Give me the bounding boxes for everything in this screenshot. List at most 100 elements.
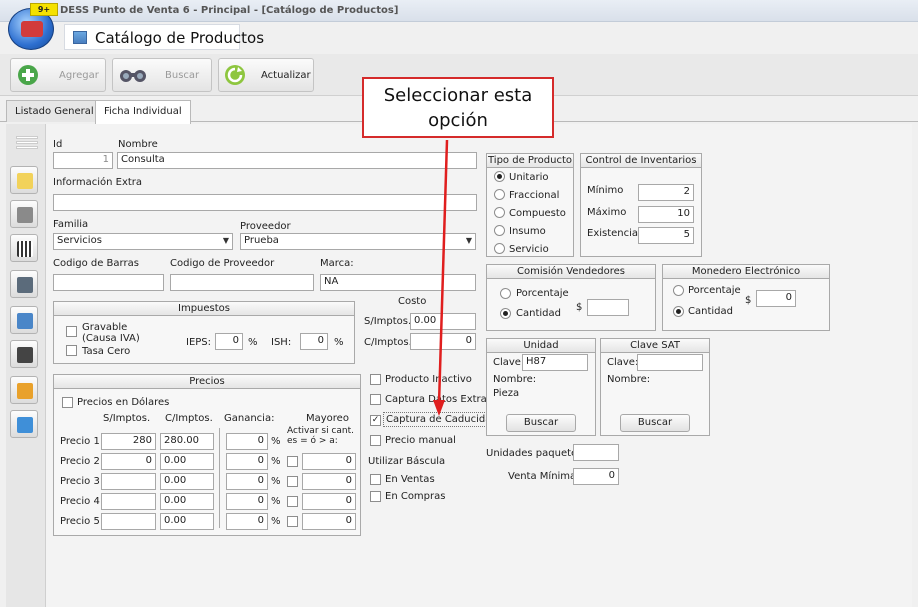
manual-price-checkbox[interactable] [370,435,381,446]
scale-sales-checkbox[interactable] [370,474,381,485]
min-sale-field[interactable]: 0 [573,468,619,485]
commission-percent-radio[interactable] [500,288,511,299]
ish-label: ISH: [271,337,292,348]
price-s-field[interactable]: 280 [101,433,156,450]
tasa-cero-checkbox[interactable] [66,345,77,356]
price-gain-field[interactable]: 0 [226,493,268,510]
max-field[interactable]: 10 [638,206,694,223]
sat-key-field[interactable] [637,354,703,371]
unit-title: Unidad [486,338,596,353]
notification-badge[interactable]: 9+ [30,3,58,16]
unit-search-button[interactable]: Buscar [506,414,576,432]
inactive-checkbox[interactable] [370,374,381,385]
document-tab[interactable]: Catálogo de Productos [64,24,264,50]
add-button[interactable]: Agregar [10,58,106,92]
price-gain-field[interactable]: 0 [226,513,268,530]
price-s-field[interactable] [101,493,156,510]
transfer-icon[interactable] [10,410,38,438]
camera-icon[interactable] [10,340,38,368]
wallet-title: Monedero Electrónico [662,264,830,279]
price-s-field[interactable]: 0 [101,453,156,470]
mayoreo-checkbox[interactable] [287,476,298,487]
refresh-button[interactable]: Actualizar [218,58,314,92]
wallet-amount-radio[interactable] [673,306,684,317]
ieps-field[interactable]: 0 [215,333,243,350]
extra-info-label: Información Extra [53,177,143,188]
mayoreo-qty-field[interactable]: 0 [302,493,356,510]
family-label: Familia [53,219,89,230]
callout-line-1: Seleccionar esta [383,85,533,106]
edit-icon[interactable] [10,166,38,194]
scale-purchases-label: En Compras [385,491,446,502]
package-label: Unidades paquete: [486,448,581,459]
trash-icon[interactable] [10,200,38,228]
mayoreo-checkbox[interactable] [287,516,298,527]
tab-ficha-individual[interactable]: Ficha Individual [95,100,191,124]
price-gain-percent: % [271,456,281,467]
product-type-radio[interactable] [494,207,505,218]
warehouse-icon[interactable] [10,306,38,334]
extra-info-field[interactable] [53,194,477,211]
binoculars-icon [120,70,146,82]
undo-icon[interactable] [10,376,38,404]
product-type-label: Servicio [509,244,549,255]
printer-icon[interactable] [10,270,38,298]
price-gain-field[interactable]: 0 [226,453,268,470]
price-c-field[interactable]: 280.00 [160,433,214,450]
price-c-field[interactable]: 0.00 [160,453,214,470]
search-button[interactable]: Buscar [112,58,212,92]
barcode-add-icon[interactable] [10,234,38,262]
gravable-checkbox[interactable] [66,326,77,337]
product-type-radio[interactable] [494,243,505,254]
price-c-field[interactable]: 0.00 [160,493,214,510]
hamburger-menu-icon[interactable] [16,134,38,152]
ish-field[interactable]: 0 [300,333,328,350]
mayoreo-qty-field[interactable]: 0 [302,513,356,530]
expiry-checkbox[interactable]: ✓ [370,415,381,426]
product-type-radio[interactable] [494,171,505,182]
mayoreo-checkbox[interactable] [287,496,298,507]
scale-purchases-checkbox[interactable] [370,491,381,502]
add-label: Agregar [59,70,99,81]
commission-field[interactable] [587,299,629,316]
package-field[interactable] [573,444,619,461]
wallet-field[interactable]: 0 [756,290,796,307]
price-row-label: Precio 2: [60,456,104,467]
supplier-code-field[interactable] [170,274,314,291]
refresh-icon [225,65,245,85]
price-c-field[interactable]: 0.00 [160,513,214,530]
gravable-label: Gravable (Causa IVA) [82,322,140,344]
family-select[interactable]: Servicios ▼ [53,233,233,250]
extra-data-checkbox[interactable] [370,394,381,405]
price-gain-field[interactable]: 0 [226,433,268,450]
price-gain-field[interactable]: 0 [226,473,268,490]
price-row-label: Precio 5: [60,516,104,527]
price-s-field[interactable] [101,473,156,490]
stock-field[interactable]: 5 [638,227,694,244]
prices-header-c: C/Imptos. [165,413,213,424]
product-type-radio[interactable] [494,225,505,236]
max-label: Máximo [587,207,627,218]
id-field[interactable]: 1 [53,152,113,169]
min-field[interactable]: 2 [638,184,694,201]
tab-listado-general[interactable]: Listado General [6,100,103,122]
price-row-label: Precio 4: [60,496,104,507]
price-c-field[interactable]: 0.00 [160,473,214,490]
product-type-radio[interactable] [494,189,505,200]
price-s-field[interactable] [101,513,156,530]
unit-name-value: Pieza [493,388,520,399]
stock-label: Existencia [587,228,639,239]
search-label: Buscar [165,70,200,81]
mayoreo-checkbox[interactable] [287,456,298,467]
wallet-percent-radio[interactable] [673,285,684,296]
min-label: Mínimo [587,185,624,196]
mayoreo-qty-field[interactable]: 0 [302,453,356,470]
name-field[interactable]: Consulta [117,152,477,169]
commission-amount-radio[interactable] [500,308,511,319]
barcode-field[interactable] [53,274,164,291]
sat-search-button[interactable]: Buscar [620,414,690,432]
mayoreo-qty-field[interactable]: 0 [302,473,356,490]
usd-prices-checkbox[interactable] [62,397,73,408]
unit-key-field[interactable]: H87 [522,354,588,371]
product-type-label: Fraccional [509,190,560,201]
